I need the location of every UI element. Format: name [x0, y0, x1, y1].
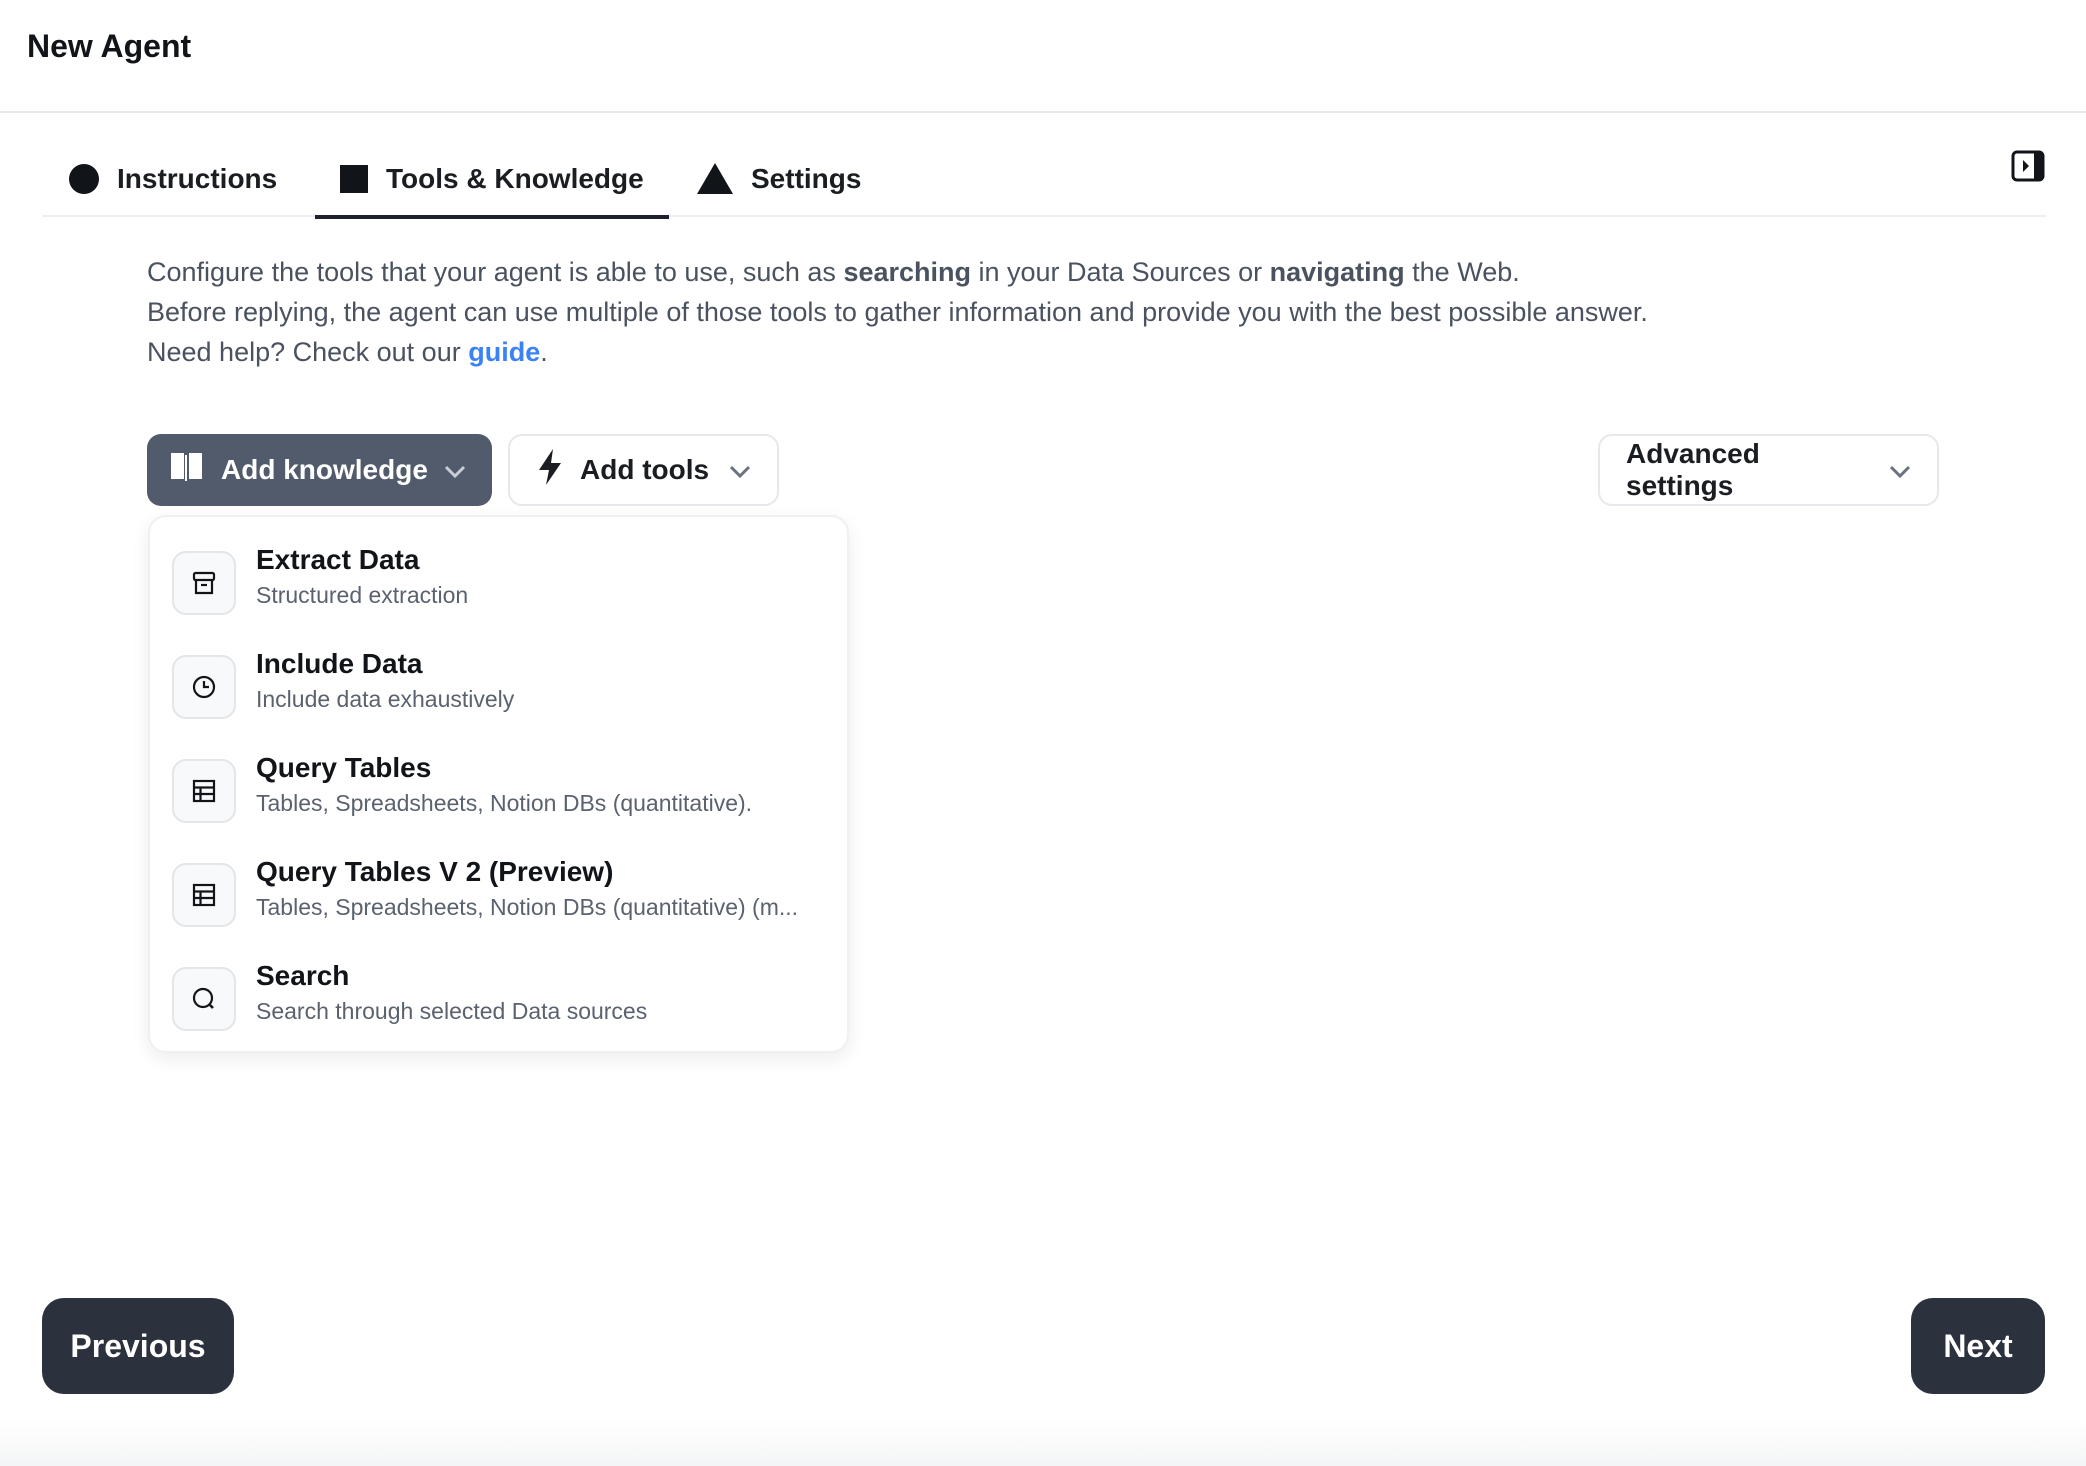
table-icon	[172, 863, 236, 927]
panel-toggle-icon[interactable]	[2010, 148, 2046, 184]
tab-label: Settings	[751, 162, 862, 194]
description: Configure the tools that your agent is a…	[147, 252, 1947, 372]
description-line-2: Before replying, the agent can use multi…	[147, 297, 1648, 327]
search-icon	[172, 967, 236, 1031]
menu-item-include-data[interactable]: Include Data Include data exhaustively	[172, 646, 832, 736]
square-icon	[340, 164, 368, 193]
description-line-3: Need help? Check out our guide.	[147, 337, 548, 367]
menu-item-extract-data[interactable]: Extract Data Structured extraction	[172, 542, 832, 632]
menu-item-title: Search	[256, 960, 350, 991]
bolt-icon	[536, 448, 564, 493]
description-line-1: Configure the tools that your agent is a…	[147, 257, 1520, 287]
menu-item-description: Tables, Spreadsheets, Notion DBs (quanti…	[256, 894, 799, 920]
chevron-down-icon	[729, 454, 751, 486]
menu-item-description: Structured extraction	[256, 582, 469, 608]
next-button[interactable]: Next	[1911, 1298, 2045, 1394]
knowledge-dropdown-menu: Extract Data Structured extraction Inclu…	[148, 515, 849, 1053]
menu-item-title: Include Data	[256, 648, 423, 679]
menu-item-description: Include data exhaustively	[256, 686, 515, 712]
bottom-fade	[0, 1420, 2086, 1466]
guide-link[interactable]: guide	[468, 337, 540, 367]
tab-label: Tools & Knowledge	[386, 162, 644, 194]
table-icon	[172, 759, 236, 823]
menu-item-title: Query Tables	[256, 752, 432, 783]
archive-icon	[172, 551, 236, 615]
tab-bar: Instructions Tools & Knowledge Settings	[42, 140, 2046, 219]
previous-button[interactable]: Previous	[42, 1298, 234, 1394]
menu-item-title: Extract Data	[256, 544, 420, 575]
triangle-icon	[697, 163, 733, 194]
tab-settings[interactable]: Settings	[697, 140, 861, 217]
menu-item-title: Query Tables V 2 (Preview)	[256, 856, 614, 887]
clock-icon	[172, 655, 236, 719]
top-bar: New Agent	[0, 0, 2086, 113]
circle-icon	[69, 163, 99, 194]
add-tools-button[interactable]: Add tools	[508, 434, 779, 506]
advanced-settings-label: Advanced settings	[1626, 438, 1760, 501]
page-title: New Agent	[27, 28, 192, 64]
tab-instructions[interactable]: Instructions	[69, 140, 277, 217]
menu-item-query-tables[interactable]: Query Tables Tables, Spreadsheets, Notio…	[172, 750, 832, 840]
menu-item-search[interactable]: Search Search through selected Data sour…	[172, 958, 832, 1048]
tab-label: Instructions	[117, 162, 278, 194]
add-tools-label: Add tools	[580, 454, 710, 485]
agent-builder-page: New Agent Instructions Tools & Knowledge…	[0, 0, 2086, 1466]
add-knowledge-button[interactable]: Add knowledge	[147, 434, 492, 506]
menu-item-query-tables-v2[interactable]: Query Tables V 2 (Preview) Tables, Sprea…	[172, 854, 832, 944]
tab-tools-knowledge[interactable]: Tools & Knowledge	[315, 140, 669, 219]
book-icon	[169, 451, 205, 490]
add-knowledge-label: Add knowledge	[221, 454, 428, 485]
advanced-settings-button[interactable]: Advanced settings	[1598, 434, 1939, 506]
menu-item-description: Tables, Spreadsheets, Notion DBs (quanti…	[256, 790, 753, 816]
menu-item-description: Search through selected Data sources	[256, 998, 648, 1024]
chevron-down-icon	[444, 454, 466, 486]
chevron-down-icon	[1889, 454, 1911, 486]
